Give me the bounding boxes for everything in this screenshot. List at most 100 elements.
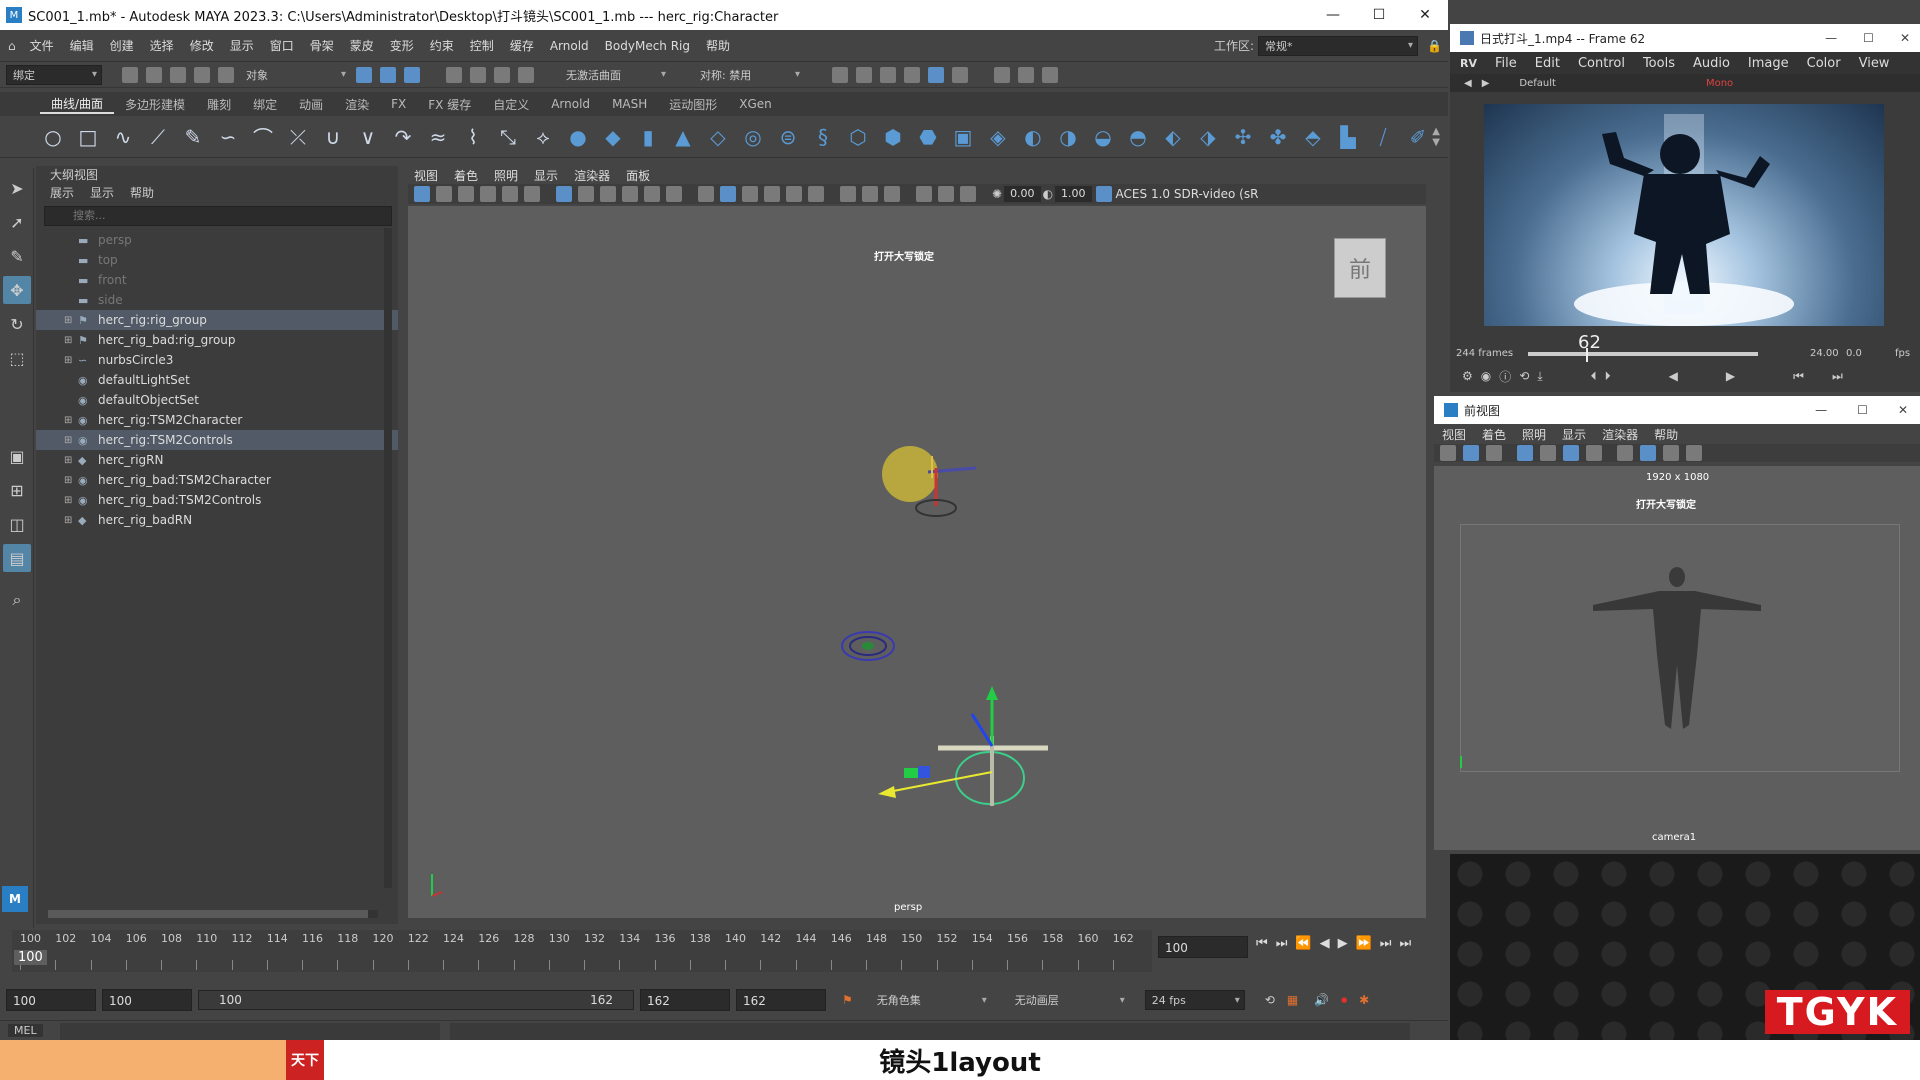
outliner-item[interactable]: ⊞ ◉ herc_rig:TSM2Controls <box>36 430 398 450</box>
render-icon[interactable] <box>832 66 848 83</box>
front-smooth-shade-icon[interactable] <box>1640 445 1656 461</box>
expand-icon[interactable]: ⊞ <box>64 515 74 526</box>
front-film-gate-icon[interactable] <box>1540 445 1556 461</box>
rv-menu-tools[interactable]: Tools <box>1643 56 1675 71</box>
front-menu-shading[interactable]: 着色 <box>1482 426 1506 443</box>
outliner-item[interactable]: ◉ defaultObjectSet <box>36 390 398 410</box>
front-camera-attr-icon[interactable] <box>1463 445 1479 461</box>
menu-deform[interactable]: 变形 <box>382 37 422 54</box>
time-slider[interactable]: 100 102 104 106 108 110 112 114 116 118 120 122 124 1… <box>0 928 1448 976</box>
front-resolution-gate-icon[interactable] <box>1563 445 1579 461</box>
front-camera-icon[interactable] <box>1440 445 1456 461</box>
two-d-pan-icon[interactable] <box>502 186 518 202</box>
shadows-icon[interactable] <box>808 186 824 202</box>
extend-curve-icon[interactable]: ↷ <box>390 124 416 150</box>
rv-menu-color[interactable]: Color <box>1807 56 1841 71</box>
outliner-item[interactable]: ▬ side <box>36 290 398 310</box>
outliner-item[interactable]: ▬ front <box>36 270 398 290</box>
wireframe-icon[interactable] <box>698 186 714 202</box>
live-surface-select[interactable]: 无激活曲面 <box>560 64 670 85</box>
redo-icon[interactable] <box>218 66 234 83</box>
maximize-button[interactable]: ☐ <box>1356 0 1402 30</box>
layout-outliner-icon[interactable]: ▤ <box>3 544 31 572</box>
add-points-icon[interactable]: ⤡ <box>495 124 521 150</box>
open-scene-icon[interactable] <box>146 66 162 83</box>
menu-skeleton[interactable]: 骨架 <box>302 37 342 54</box>
save-scene-icon[interactable] <box>170 66 186 83</box>
layout-single-icon[interactable]: ▣ <box>3 442 31 470</box>
front-minimize-button[interactable]: — <box>1815 403 1827 417</box>
image-plane-icon[interactable] <box>480 186 496 202</box>
channel-box-icon[interactable] <box>1042 66 1058 83</box>
vp-menu-renderer[interactable]: 渲染器 <box>574 167 610 184</box>
hypershade-icon[interactable] <box>904 66 920 83</box>
shelf-tab-poly[interactable]: 多边形建模 <box>114 96 196 113</box>
playback-end-field[interactable]: 162 <box>640 989 730 1011</box>
film-gate-icon[interactable] <box>578 186 594 202</box>
outliner-item[interactable]: ⊞ ◆ herc_rig_badRN <box>36 510 398 530</box>
lights-icon[interactable] <box>786 186 802 202</box>
shelf-tab-arnold[interactable]: Arnold <box>540 97 601 111</box>
lock-icon[interactable]: 🔒 <box>1427 39 1442 53</box>
preferences-icon[interactable]: ✱ <box>1359 993 1369 1007</box>
detach-surfaces-icon[interactable]: ✣ <box>1230 124 1256 150</box>
menu-bodymech[interactable]: BodyMech Rig <box>597 39 698 53</box>
nurbs-sphere-icon[interactable]: ● <box>565 124 591 150</box>
front-gate-mask-icon[interactable] <box>1586 445 1602 461</box>
workspace-select[interactable]: 常规* <box>1258 35 1418 56</box>
sculpt-geometry-icon[interactable]: ✐ <box>1405 124 1431 150</box>
outliner-item[interactable]: ▬ top <box>36 250 398 270</box>
trim-tool-icon[interactable]: ◓ <box>1125 124 1151 150</box>
snap-grid-icon[interactable] <box>446 66 462 83</box>
expand-icon[interactable]: ⊞ <box>64 455 74 466</box>
birail-icon[interactable]: ⬣ <box>915 124 941 150</box>
shelf-tab-fx[interactable]: FX <box>380 97 417 111</box>
expand-icon[interactable]: ⊞ <box>64 355 74 366</box>
play-forward-icon[interactable]: ▶ <box>1338 936 1348 951</box>
color-management-icon[interactable] <box>1095 186 1112 202</box>
vp-menu-lighting[interactable]: 照明 <box>494 167 518 184</box>
scene-start-field[interactable]: 100 <box>6 989 96 1011</box>
isolate-select-icon[interactable] <box>916 186 932 202</box>
nurbs-square-icon[interactable]: □ <box>75 124 101 150</box>
rv-timeline-track[interactable] <box>1528 352 1758 356</box>
rv-play-icon[interactable]: ▶ <box>1726 369 1735 383</box>
anim-layer-select[interactable]: 无动画层 <box>1008 990 1129 1010</box>
rv-color-icon[interactable]: ◉ <box>1481 369 1491 383</box>
planar-icon[interactable]: ⬡ <box>845 124 871 150</box>
selection-mode-select[interactable]: 对象 <box>240 64 350 85</box>
ep-curve-icon[interactable]: ⟋ <box>145 124 171 150</box>
shelf-tab-xgen[interactable]: XGen <box>728 97 783 111</box>
xray-icon[interactable] <box>938 186 954 202</box>
play-backward-icon[interactable]: ◀ <box>1320 936 1330 951</box>
scale-tool-icon[interactable]: ⬚ <box>3 344 31 372</box>
rv-play-back-icon[interactable]: ◀ <box>1669 369 1678 383</box>
bookmark-icon[interactable] <box>458 186 474 202</box>
nurbs-plane-icon[interactable]: ◇ <box>705 124 731 150</box>
front-menu-view[interactable]: 视图 <box>1442 426 1466 443</box>
nurbs-circle-icon[interactable]: ○ <box>40 124 66 150</box>
rv-menu-image[interactable]: Image <box>1748 56 1789 71</box>
attribute-editor-icon[interactable] <box>1018 66 1034 83</box>
insert-knot-icon[interactable]: ∨ <box>355 124 381 150</box>
cached-playback-icon[interactable]: ▦ <box>1287 993 1298 1007</box>
rv-menu-control[interactable]: Control <box>1578 56 1625 71</box>
rv-go-end-icon[interactable]: ⏭ <box>1832 369 1843 384</box>
rv-stereo-select[interactable]: Mono <box>1706 78 1733 89</box>
offset-curve-icon[interactable]: ≈ <box>425 124 451 150</box>
go-to-start-icon[interactable]: ⏮ <box>1256 936 1268 951</box>
playback-start-field[interactable]: 100 <box>102 989 192 1011</box>
select-hierarchy-icon[interactable] <box>356 66 372 83</box>
minimize-button[interactable]: — <box>1310 0 1356 30</box>
shelf-tab-mash[interactable]: MASH <box>601 97 658 111</box>
front-textured-icon[interactable] <box>1663 445 1679 461</box>
curve-editing-icon[interactable]: ⟡ <box>530 124 556 150</box>
front-maximize-button[interactable]: ☐ <box>1857 403 1868 417</box>
snap-point-icon[interactable] <box>494 66 510 83</box>
perspective-viewport[interactable]: 打开大写锁定 前 persp <box>408 206 1426 918</box>
fps-select[interactable]: 24 fps <box>1144 990 1245 1010</box>
menu-help[interactable]: 帮助 <box>698 37 738 54</box>
select-tool-icon[interactable]: ➤ <box>3 174 31 202</box>
menu-window[interactable]: 窗口 <box>262 37 302 54</box>
project-curve-icon[interactable]: ◑ <box>1055 124 1081 150</box>
